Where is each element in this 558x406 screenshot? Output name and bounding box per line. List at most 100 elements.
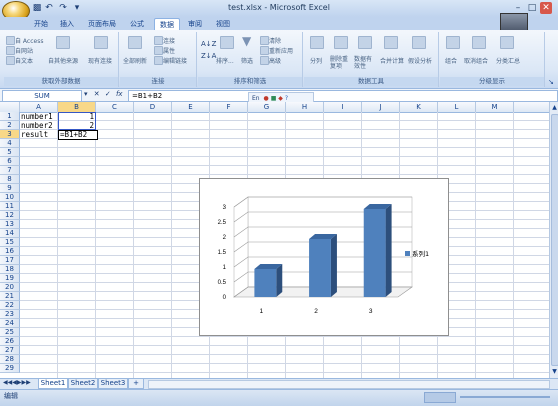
row-header-19[interactable]: 19 (0, 274, 20, 283)
tab-review[interactable]: 审阅 (184, 18, 206, 30)
insert-function-icon[interactable]: fx (116, 90, 123, 98)
row-header-24[interactable]: 24 (0, 319, 20, 328)
column-header-m[interactable]: M (476, 102, 514, 112)
filter-button[interactable]: 筛选 (241, 56, 253, 65)
pen-icon[interactable]: ◆ (278, 95, 283, 102)
row-header-23[interactable]: 23 (0, 310, 20, 319)
row-header-20[interactable]: 20 (0, 283, 20, 292)
cell-a2[interactable]: number2 (21, 121, 53, 130)
row-header-16[interactable]: 16 (0, 247, 20, 256)
what-if-button[interactable]: 假设分析 (408, 56, 432, 65)
row-header-12[interactable]: 12 (0, 211, 20, 220)
row-header-10[interactable]: 10 (0, 193, 20, 202)
enter-icon[interactable]: ✓ (105, 90, 111, 98)
tab-page-layout[interactable]: 页面布局 (84, 18, 120, 30)
sheet-tab-3[interactable]: Sheet3 (98, 379, 128, 389)
row-header-4[interactable]: 4 (0, 139, 20, 148)
vertical-scrollbar[interactable]: ▲ ▼ (549, 102, 558, 378)
view-buttons[interactable] (424, 392, 456, 403)
text-to-columns-button[interactable]: 分列 (310, 56, 322, 65)
sheet-tab-1[interactable]: Sheet1 (38, 379, 68, 389)
subtotal-button[interactable]: 分类汇总 (496, 56, 520, 65)
row-header-3[interactable]: 3 (0, 130, 20, 139)
row-header-22[interactable]: 22 (0, 301, 20, 310)
sheet-tab-2[interactable]: Sheet2 (68, 379, 98, 389)
column-header-d[interactable]: D (134, 102, 172, 112)
bar-chart[interactable]: 0 0.5 1 1.5 2 2.5 3 1 2 3 系列1 (199, 178, 449, 336)
connections-button[interactable]: 连接 (163, 36, 175, 45)
row-header-5[interactable]: 5 (0, 148, 20, 157)
row-header-2[interactable]: 2 (0, 121, 20, 130)
select-all-corner[interactable] (0, 102, 20, 112)
row-header-6[interactable]: 6 (0, 157, 20, 166)
from-text-button[interactable]: 自文本 (15, 56, 33, 65)
row-header-11[interactable]: 11 (0, 202, 20, 211)
cancel-icon[interactable]: ✕ (94, 90, 100, 98)
column-header-g[interactable]: G (248, 102, 286, 112)
consolidate-button[interactable]: 合并计算 (380, 56, 404, 65)
ime-icon[interactable]: ● (264, 95, 269, 102)
column-header-a[interactable]: A (20, 102, 58, 112)
from-web-button[interactable]: 自网站 (15, 46, 33, 55)
refresh-all-button[interactable]: 全部刷新 (123, 56, 147, 65)
tab-view[interactable]: 视图 (212, 18, 234, 30)
sort-az-icon[interactable]: A↓Z (201, 40, 216, 48)
chevron-down-icon[interactable]: ▾ (84, 90, 88, 98)
data-validation-button[interactable]: 数据有效性 (354, 56, 376, 70)
remove-duplicates-button[interactable]: 删除重复项 (330, 56, 352, 70)
tab-insert[interactable]: 插入 (56, 18, 78, 30)
row-header-29[interactable]: 29 (0, 364, 20, 373)
cell-a1[interactable]: number1 (21, 112, 53, 121)
scroll-thumb[interactable] (551, 114, 558, 366)
edit-links-button[interactable]: 编辑链接 (163, 56, 187, 65)
from-access-button[interactable]: 自 Access (15, 36, 43, 45)
column-header-b[interactable]: B (58, 102, 96, 112)
row-header-13[interactable]: 13 (0, 220, 20, 229)
column-header-c[interactable]: C (96, 102, 134, 112)
cell-b3-formula[interactable]: =B1+B2 (60, 130, 87, 139)
tool-icon[interactable]: ■ (271, 95, 277, 102)
row-header-17[interactable]: 17 (0, 256, 20, 265)
row-header-26[interactable]: 26 (0, 337, 20, 346)
column-header-e[interactable]: E (172, 102, 210, 112)
last-sheet-icon[interactable]: ▶▶ (21, 379, 30, 386)
row-header-8[interactable]: 8 (0, 175, 20, 184)
horizontal-scrollbar[interactable] (148, 380, 550, 389)
first-sheet-icon[interactable]: ◀◀ (3, 379, 12, 386)
column-header-h[interactable]: H (286, 102, 324, 112)
row-header-9[interactable]: 9 (0, 184, 20, 193)
existing-connections-button[interactable]: 现有连接 (88, 56, 112, 65)
row-header-14[interactable]: 14 (0, 229, 20, 238)
language-label[interactable]: En (252, 95, 260, 102)
row-header-28[interactable]: 28 (0, 355, 20, 364)
new-sheet-icon[interactable]: + (128, 379, 144, 389)
column-header-j[interactable]: J (362, 102, 400, 112)
row-header-25[interactable]: 25 (0, 328, 20, 337)
sort-button[interactable]: 排序... (216, 56, 234, 65)
row-header-27[interactable]: 27 (0, 346, 20, 355)
help-icon[interactable]: ? (285, 95, 288, 102)
properties-button[interactable]: 属性 (163, 46, 175, 55)
row-header-1[interactable]: 1 (0, 112, 20, 121)
sort-za-icon[interactable]: Z↓A (201, 52, 216, 60)
cell-a3[interactable]: result (21, 130, 48, 139)
row-header-15[interactable]: 15 (0, 238, 20, 247)
column-header-f[interactable]: F (210, 102, 248, 112)
other-sources-button[interactable]: 自其他来源 (48, 56, 78, 65)
row-header-21[interactable]: 21 (0, 292, 20, 301)
close-icon[interactable]: ✕ (540, 2, 552, 14)
group-button[interactable]: 组合 (445, 56, 457, 65)
scroll-up-icon[interactable]: ▲ (551, 104, 558, 111)
row-header-18[interactable]: 18 (0, 265, 20, 274)
formula-input[interactable]: =B1+B2 (128, 90, 558, 102)
scroll-down-icon[interactable]: ▼ (551, 368, 558, 375)
dialog-launcher-icon[interactable]: ↘ (548, 78, 554, 86)
clear-button[interactable]: 清除 (269, 36, 281, 45)
zoom-slider[interactable] (460, 396, 550, 398)
reapply-button[interactable]: 重新应用 (269, 46, 293, 55)
column-header-l[interactable]: L (438, 102, 476, 112)
advanced-button[interactable]: 高级 (269, 56, 281, 65)
name-box[interactable]: SUM (2, 90, 82, 102)
column-header-i[interactable]: I (324, 102, 362, 112)
row-header-7[interactable]: 7 (0, 166, 20, 175)
